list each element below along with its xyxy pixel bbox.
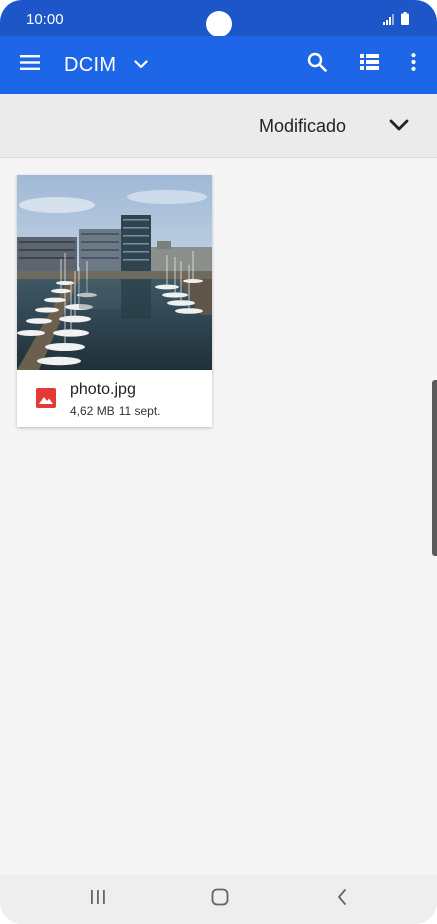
chevron-down-icon — [386, 119, 412, 142]
menu-button[interactable] — [14, 49, 46, 81]
sort-direction-button[interactable] — [386, 112, 412, 138]
status-time: 10:00 — [26, 11, 64, 28]
image-icon — [36, 388, 56, 408]
list-view-icon — [359, 53, 379, 75]
app-bar: DCIM — [0, 36, 437, 94]
more-vert-icon — [410, 52, 416, 76]
recents-icon — [90, 889, 106, 910]
search-icon — [307, 52, 327, 77]
back-button[interactable] — [328, 888, 356, 910]
battery-icon — [401, 12, 409, 30]
file-size: 4,62 MB — [70, 404, 115, 418]
more-options-button[interactable] — [400, 49, 426, 79]
folder-title[interactable]: DCIM — [64, 54, 116, 76]
folder-dropdown-button[interactable] — [128, 50, 154, 80]
status-bar: 10:00 — [0, 0, 437, 37]
front-camera — [206, 11, 232, 37]
file-date: 11 sept. — [118, 404, 161, 418]
home-button[interactable] — [206, 888, 234, 910]
scroll-handle[interactable] — [432, 380, 437, 556]
list-view-button[interactable] — [354, 49, 384, 79]
status-icons — [383, 12, 409, 30]
sort-label[interactable]: Modificado — [259, 116, 346, 136]
chevron-down-icon — [134, 56, 148, 74]
sort-bar: Modificado — [0, 94, 437, 158]
signal-icon — [383, 12, 395, 30]
file-card[interactable]: photo.jpg 4,62 MB 11 sept. — [17, 175, 212, 427]
search-button[interactable] — [302, 49, 332, 79]
navigation-bar — [0, 874, 437, 924]
file-name: photo.jpg — [70, 381, 136, 398]
home-icon — [211, 888, 229, 911]
photo-thumbnail — [17, 175, 212, 370]
menu-icon — [20, 55, 40, 75]
file-meta: 4,62 MB 11 sept. — [70, 404, 161, 418]
recents-button[interactable] — [84, 888, 112, 910]
phone-screen: 10:00 DCIM Modificado photo.jpg 4,62 MB … — [0, 0, 437, 924]
back-icon — [336, 888, 348, 911]
